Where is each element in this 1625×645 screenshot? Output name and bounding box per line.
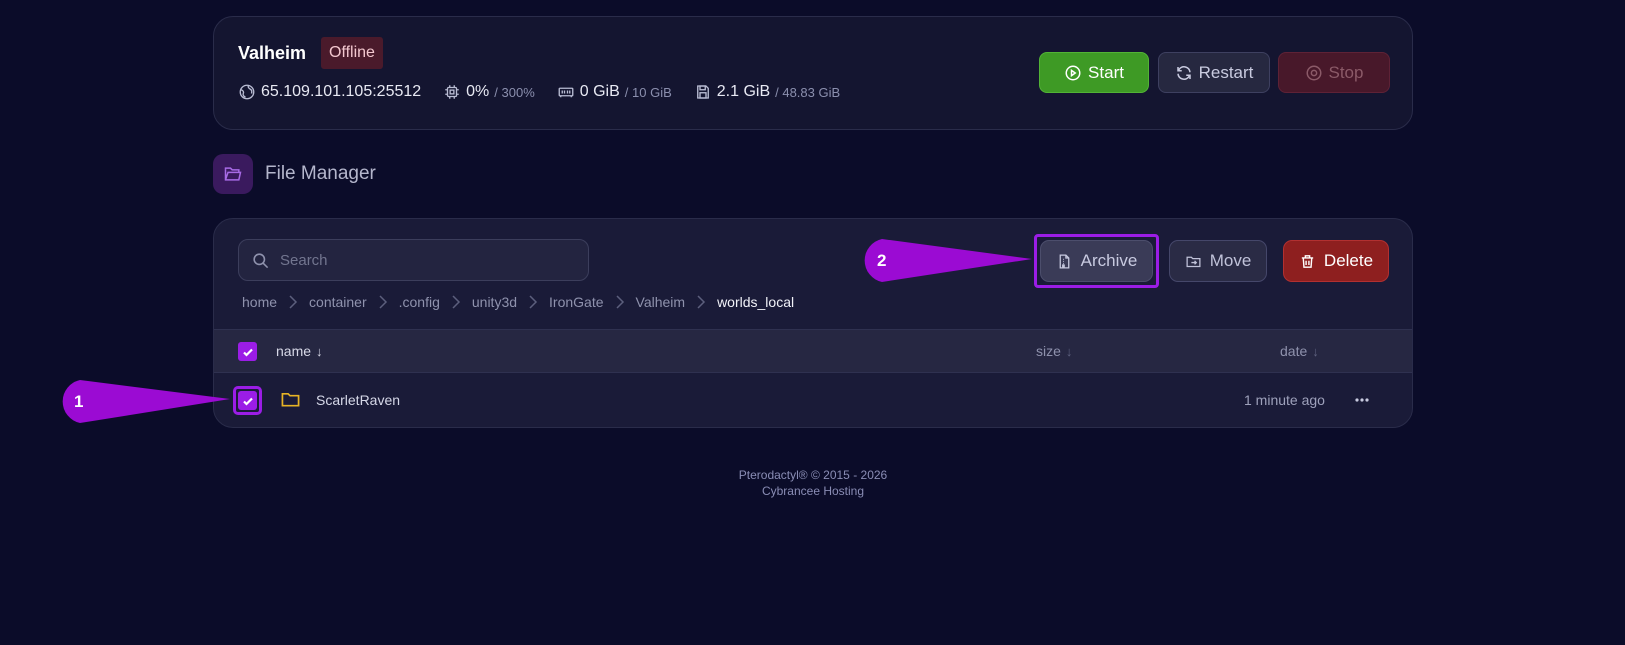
stat-disk: 2.1 GiB / 48.83 GiB	[694, 83, 840, 101]
sort-arrow-icon: ↓	[316, 343, 323, 359]
breadcrumb-item-unity3d[interactable]: unity3d	[472, 294, 517, 310]
footer-copyright: Pterodactyl® © 2015 - 2026	[738, 468, 888, 482]
globe-icon	[239, 84, 255, 100]
breadcrumb-item-valheim[interactable]: Valheim	[636, 294, 686, 310]
play-circle-icon	[1065, 65, 1081, 80]
server-stats: 65.109.101.105:25512 0% / 300% 0 GiB / 1…	[238, 83, 862, 101]
chevron-right-icon	[697, 295, 706, 309]
chevron-right-icon	[452, 295, 460, 309]
file-manager-card: Archive Move Delete home container .conf…	[213, 218, 1413, 428]
disk-usage: 2.1 GiB	[716, 83, 771, 100]
stat-memory: 0 GiB / 10 GiB	[557, 83, 672, 101]
annotation-number: 2	[877, 251, 887, 270]
memory-limit: / 10 GiB	[624, 84, 672, 100]
footer-host: Cybrancee Hosting	[761, 484, 865, 498]
stop-button-label: Stop	[1328, 62, 1364, 82]
folder-open-icon	[213, 154, 253, 194]
table-header: name ↓ size ↓ date ↓	[214, 329, 1412, 373]
column-name-label: name	[276, 343, 312, 359]
breadcrumb-item-current: worlds_local	[717, 294, 795, 310]
column-size[interactable]: size ↓	[1036, 343, 1072, 359]
status-badge: Offline	[321, 37, 383, 69]
search-box[interactable]	[238, 239, 589, 281]
annotation-callout-2: 2	[860, 238, 1032, 283]
check-icon	[242, 397, 253, 406]
sort-arrow-icon: ↓	[1065, 343, 1073, 359]
move-button-label: Move	[1209, 251, 1252, 270]
move-button[interactable]: Move	[1169, 240, 1267, 282]
folder-move-icon	[1186, 256, 1201, 267]
column-date[interactable]: date ↓	[1280, 343, 1319, 359]
memory-usage: 0 GiB	[579, 83, 620, 100]
cpu-usage: 0%	[466, 83, 490, 100]
breadcrumb-item-config[interactable]: .config	[399, 294, 440, 310]
delete-button-label: Delete	[1323, 251, 1374, 270]
annotation-number: 1	[74, 392, 84, 411]
breadcrumb-item-container[interactable]: container	[309, 294, 367, 310]
cpu-limit: / 300%	[494, 84, 535, 100]
table-row[interactable]: ScarletRaven 1 minute ago	[214, 374, 1412, 426]
server-card: Valheim Offline 65.109.101.105:25512 0% …	[213, 16, 1413, 130]
breadcrumb-item-irongate[interactable]: IronGate	[549, 294, 603, 310]
delete-button[interactable]: Delete	[1283, 240, 1389, 282]
chevron-right-icon	[529, 295, 538, 309]
stat-address: 65.109.101.105:25512	[238, 83, 421, 101]
more-options-button[interactable]	[1348, 386, 1376, 414]
disk-limit: / 48.83 GiB	[775, 84, 841, 100]
check-icon	[242, 348, 253, 357]
column-size-label: size	[1036, 343, 1061, 359]
start-button-label: Start	[1088, 62, 1124, 82]
select-all-checkbox[interactable]	[238, 342, 257, 361]
restart-button-label: Restart	[1198, 62, 1254, 82]
restart-button[interactable]: Restart	[1158, 52, 1270, 93]
annotation-callout-1: 1	[58, 379, 238, 424]
stop-circle-icon	[1306, 65, 1321, 80]
breadcrumb-item-home[interactable]: home	[242, 294, 277, 310]
chevron-right-icon	[289, 295, 298, 309]
server-address: 65.109.101.105:25512	[261, 83, 422, 100]
search-icon	[253, 252, 269, 268]
sort-arrow-icon: ↓	[1312, 343, 1319, 359]
column-name[interactable]: name ↓	[276, 343, 323, 359]
search-input[interactable]	[280, 251, 570, 269]
ellipsis-icon	[1355, 398, 1369, 402]
file-date: 1 minute ago	[1244, 392, 1325, 408]
breadcrumb: home container .config unity3d IronGate …	[242, 294, 794, 310]
stop-button[interactable]: Stop	[1278, 52, 1390, 93]
column-date-label: date	[1280, 343, 1308, 359]
page-title: File Manager	[265, 163, 376, 184]
server-name: Valheim	[238, 43, 307, 63]
row-checkbox[interactable]	[238, 391, 257, 410]
refresh-icon	[1176, 65, 1191, 80]
start-button[interactable]: Start	[1039, 52, 1149, 93]
stat-cpu: 0% / 300%	[443, 83, 535, 101]
memory-icon	[558, 87, 574, 98]
disk-icon	[696, 85, 709, 99]
chevron-right-icon	[379, 295, 387, 309]
trash-icon	[1301, 254, 1314, 268]
footer: Pterodactyl® © 2015 - 2026 Cybrancee Hos…	[613, 467, 1013, 499]
folder-icon	[281, 392, 300, 407]
chevron-right-icon	[615, 295, 624, 309]
file-name[interactable]: ScarletRaven	[316, 392, 400, 408]
archive-highlight	[1034, 234, 1159, 288]
cpu-icon	[445, 85, 459, 99]
